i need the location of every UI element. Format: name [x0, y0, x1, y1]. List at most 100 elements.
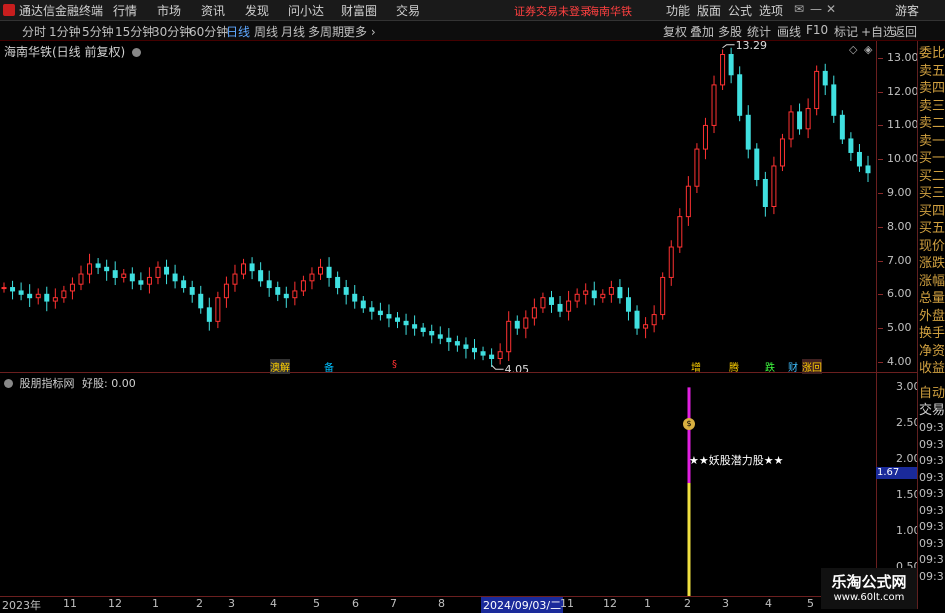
candle-body — [497, 351, 503, 359]
candle-body — [745, 114, 751, 150]
menu-item-function[interactable]: 功能 — [666, 2, 690, 19]
x-label: 1 — [152, 597, 159, 610]
candle-body — [660, 276, 666, 316]
candle-body — [454, 341, 460, 346]
menu-item-ask[interactable]: 问小达 — [288, 2, 324, 19]
trade-login-warning[interactable]: 证券交易未登录 — [514, 3, 591, 19]
tick-time: 09:31 — [919, 569, 945, 583]
candle-body — [138, 280, 144, 285]
candle-body — [386, 314, 392, 319]
multi-stock-button[interactable]: 多股 — [718, 23, 742, 40]
auto-trade-label-2[interactable]: 交易 — [919, 403, 945, 419]
menu-item-market[interactable]: 市场 — [157, 2, 181, 19]
indicator-chart[interactable] — [0, 373, 876, 596]
event-tag-reserve[interactable]: 备 — [324, 359, 334, 374]
x-label: 5 — [807, 597, 814, 610]
high-price-label: 13.29 — [736, 41, 768, 52]
event-tag-unlock[interactable]: 澳解 — [270, 359, 290, 374]
tab-monthly[interactable]: 月线 — [281, 23, 305, 40]
indicator-axis: 3.00 2.50 2.00 1.50 1.00 0.50 — [878, 373, 921, 596]
restore-rights-button[interactable]: 复权 — [663, 23, 687, 40]
tab-intraday[interactable]: 分时 — [22, 23, 46, 40]
candle-body — [420, 327, 426, 332]
candle-body — [164, 266, 170, 275]
tick-mark — [878, 192, 883, 194]
menu-item-layout[interactable]: 版面 — [697, 2, 721, 19]
tab-60min[interactable]: 60分钟 — [189, 23, 228, 40]
tick-time: 09:31 — [919, 536, 945, 550]
candle-body — [266, 280, 272, 289]
candle-body — [172, 273, 178, 282]
candle-body — [514, 320, 520, 329]
candle-body — [198, 293, 204, 309]
quote-field-label: 收益 — [919, 361, 945, 376]
tab-15min[interactable]: 15分钟 — [115, 23, 154, 40]
quote-field-label: 卖四 — [919, 81, 945, 96]
event-tag-rebound[interactable]: 涨回 — [802, 359, 822, 374]
tick-time: 09:31 — [919, 454, 945, 467]
tab-1min[interactable]: 1分钟 — [49, 23, 81, 40]
menu-item-formula[interactable]: 公式 — [728, 2, 752, 19]
candle-body — [771, 165, 777, 208]
menu-item-news[interactable]: 资讯 — [201, 2, 225, 19]
menu-item-trade[interactable]: 交易 — [396, 2, 420, 19]
tab-multi-period[interactable]: 多周期 — [308, 23, 344, 40]
candle-body — [617, 287, 623, 299]
candle-body — [18, 290, 24, 295]
candle-body — [292, 290, 298, 299]
candle-body — [839, 114, 845, 140]
mail-icon[interactable]: ✉ — [794, 2, 804, 16]
quote-field-label: 卖三 — [919, 98, 945, 114]
candle-body — [702, 124, 708, 150]
event-tag-soar[interactable]: 腾 — [729, 359, 739, 374]
high-price-label-leader — [722, 44, 735, 49]
candle-body — [318, 266, 324, 275]
candle-body — [360, 300, 366, 309]
guest-label[interactable]: 游客 — [895, 2, 919, 19]
stock-name-link[interactable]: 海南华铁 — [588, 3, 632, 19]
x-label: 12 — [603, 597, 617, 610]
tab-weekly[interactable]: 周线 — [254, 23, 278, 40]
candlestick-chart[interactable]: 13.29 4.05 — [0, 41, 876, 372]
tab-daily[interactable]: 日线 — [226, 23, 250, 40]
candle-body — [797, 111, 803, 130]
tab-30min[interactable]: 30分钟 — [152, 23, 191, 40]
menu-item-options[interactable]: 选项 — [759, 2, 783, 19]
event-tag-increase[interactable]: 增 — [691, 359, 701, 374]
period-toolbar: 分时 1分钟 5分钟 15分钟 30分钟 60分钟 日线 周线 月线 多周期 更… — [0, 21, 945, 41]
f10-button[interactable]: F10 — [806, 23, 828, 37]
mark-button[interactable]: 标记 — [834, 23, 858, 40]
statistics-button[interactable]: 统计 — [747, 23, 771, 40]
tick-time: 09:31 — [919, 520, 945, 533]
tab-more[interactable]: 更多 › — [343, 23, 376, 40]
candle-body — [591, 290, 597, 299]
minimize-icon[interactable]: — — [810, 2, 822, 16]
add-watchlist-button[interactable]: +自选 — [861, 23, 895, 40]
event-tag-fall[interactable]: 跌 — [765, 359, 775, 374]
x-label: 1 — [644, 597, 651, 610]
quote-field-label: 换手 — [919, 326, 945, 341]
candle-body — [651, 314, 657, 326]
tick-time: 09:31 — [919, 421, 945, 434]
x-label: 6 — [352, 597, 359, 610]
menu-item-discover[interactable]: 发现 — [245, 2, 269, 19]
tab-5min[interactable]: 5分钟 — [82, 23, 114, 40]
event-tag-finance[interactable]: 财 — [788, 359, 798, 374]
quote-side-panel: 委比 卖五 卖四 卖三 卖二 卖一 买一 买二 买三 买四 买五 现价 涨跌 涨幅 总量 外盘 换手 净资 收益 自… — [917, 41, 945, 609]
close-icon[interactable]: ✕ — [826, 2, 836, 16]
event-tag-red[interactable]: § — [392, 359, 397, 370]
back-button[interactable]: 返回 — [893, 23, 917, 40]
overlay-button[interactable]: 叠加 — [690, 23, 714, 40]
candle-body — [283, 293, 289, 299]
tick-time: 09:31 — [919, 470, 945, 484]
candle-body — [215, 297, 221, 322]
candle-body — [429, 330, 435, 336]
watermark-title: 乐淘公式网 — [831, 573, 907, 591]
menu-item-quotes[interactable]: 行情 — [113, 2, 137, 19]
candle-body — [61, 290, 67, 299]
auto-trade-label[interactable]: 自动 — [919, 386, 945, 402]
tick-mark — [878, 125, 883, 127]
draw-line-button[interactable]: 画线 — [777, 23, 801, 40]
menu-item-wealth[interactable]: 财富圈 — [341, 2, 377, 19]
price-tick: 10.00 — [887, 152, 919, 166]
